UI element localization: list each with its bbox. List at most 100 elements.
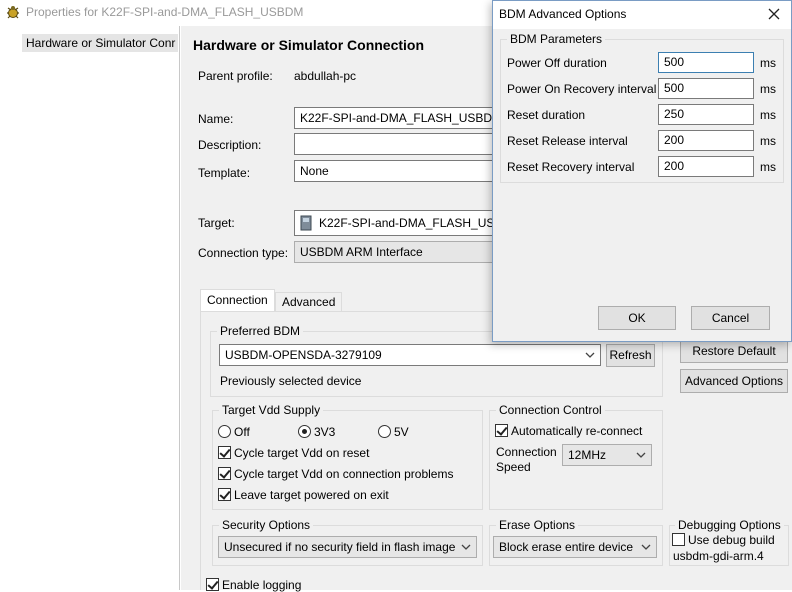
sidebar: Hardware or Simulator Conr (0, 26, 180, 590)
erase-options-value: Block erase entire device (499, 540, 634, 554)
vdd-supply-label: Target Vdd Supply (219, 403, 324, 417)
reset-duration-input[interactable]: 250 (658, 104, 754, 125)
auto-reconnect-checkbox[interactable]: Automatically re-connect (495, 423, 642, 438)
connection-control-label: Connection Control (496, 403, 605, 417)
chevron-down-icon (461, 544, 471, 550)
preferred-bdm-select[interactable]: USBDM-OPENSDA-3279109 (219, 344, 601, 366)
target-field[interactable]: K22F-SPI-and-DMA_FLASH_USBD (294, 210, 504, 236)
checkbox-cycle-problems[interactable] (218, 467, 231, 481)
radio-3v3[interactable] (298, 425, 311, 439)
param-label-reset-duration: Reset duration (507, 108, 586, 122)
restore-default-button[interactable]: Restore Default (680, 339, 788, 363)
vdd-radio-5v[interactable]: 5V (378, 424, 409, 439)
use-debug-build-label: Use debug build (688, 532, 775, 547)
power-off-duration-input[interactable]: 500 (658, 52, 754, 73)
parent-profile-label: Parent profile: (198, 69, 273, 83)
previously-selected-text: Previously selected device (220, 374, 362, 388)
reset-recovery-value: 200 (664, 159, 685, 173)
connection-speed-label-1: Connection (496, 445, 557, 459)
security-options-select[interactable]: Unsecured if no security field in flash … (218, 536, 477, 558)
debug-config-icon (5, 4, 21, 23)
reset-duration-value: 250 (664, 107, 685, 121)
restore-default-label: Restore Default (692, 344, 776, 358)
template-select[interactable]: None (294, 160, 504, 182)
vdd-radio-off[interactable]: Off (218, 424, 250, 439)
chevron-down-icon (641, 544, 651, 550)
chevron-down-icon (585, 352, 595, 358)
connection-speed-select[interactable]: 12MHz (562, 444, 652, 466)
power-on-recovery-input[interactable]: 500 (658, 78, 754, 99)
auto-reconnect-label: Automatically re-connect (511, 423, 643, 438)
chevron-down-icon (636, 452, 646, 458)
ok-button[interactable]: OK (598, 306, 676, 330)
checkbox-auto-reconnect[interactable] (495, 424, 508, 438)
connection-type-label: Connection type: (198, 246, 289, 260)
preferred-bdm-value: USBDM-OPENSDA-3279109 (225, 348, 382, 362)
cycle-vdd-problems-checkbox[interactable]: Cycle target Vdd on connection problems (218, 466, 453, 481)
power-on-recovery-value: 500 (664, 81, 685, 95)
radio-off[interactable] (218, 425, 231, 439)
sidebar-item-label: Hardware or Simulator Conr (26, 36, 176, 50)
use-debug-build-checkbox[interactable]: Use debug build (672, 532, 775, 547)
cycle-reset-label: Cycle target Vdd on reset (234, 445, 370, 460)
radio-5v-label: 5V (394, 424, 409, 439)
unit-ms: ms (760, 56, 776, 70)
unit-ms: ms (760, 108, 776, 122)
checkbox-leave-powered[interactable] (218, 488, 231, 502)
radio-off-label: Off (234, 424, 250, 439)
tab-advanced[interactable]: Advanced (275, 292, 343, 312)
advanced-options-button[interactable]: Advanced Options (680, 369, 788, 393)
param-label-reset-release: Reset Release interval (507, 134, 628, 148)
bdm-advanced-options-dialog: BDM Advanced Options BDM Parameters Powe… (492, 0, 792, 342)
tab-connection-label: Connection (207, 293, 268, 307)
radio-3v3-label: 3V3 (314, 424, 336, 439)
window-title: Properties for K22F-SPI-and-DMA_FLASH_US… (26, 5, 304, 19)
sidebar-item-hardware[interactable]: Hardware or Simulator Conr (22, 34, 178, 52)
erase-options-select[interactable]: Block erase entire device (493, 536, 657, 558)
cycle-vdd-reset-checkbox[interactable]: Cycle target Vdd on reset (218, 445, 369, 460)
param-label-reset-recovery: Reset Recovery interval (507, 160, 635, 174)
parent-profile-value: abdullah-pc (294, 69, 357, 83)
name-field[interactable]: K22F-SPI-and-DMA_FLASH_USBDM (294, 107, 504, 129)
bdm-parameters-label: BDM Parameters (507, 32, 606, 46)
description-label: Description: (198, 138, 262, 152)
debug-build-name: usbdm-gdi-arm.4 (673, 549, 764, 563)
connection-type-value: USBDM ARM Interface (300, 245, 423, 259)
connection-type-select[interactable]: USBDM ARM Interface (294, 241, 504, 263)
reset-recovery-input[interactable]: 200 (658, 156, 754, 177)
param-label-power-off: Power Off duration (507, 56, 607, 70)
close-icon[interactable] (765, 5, 783, 23)
unit-ms: ms (760, 134, 776, 148)
refresh-button-label: Refresh (609, 348, 652, 362)
debugging-options-label: Debugging Options (675, 518, 784, 532)
checkbox-enable-logging[interactable] (206, 578, 219, 592)
dialog-title: BDM Advanced Options (499, 7, 627, 21)
leave-powered-label: Leave target powered on exit (234, 487, 389, 502)
checkbox-cycle-reset[interactable] (218, 446, 231, 460)
chip-icon (299, 215, 313, 234)
target-field-value: K22F-SPI-and-DMA_FLASH_USBD (319, 216, 504, 230)
target-label: Target: (198, 216, 235, 230)
template-select-value: None (300, 164, 329, 178)
template-label: Template: (198, 166, 251, 180)
connection-speed-value: 12MHz (568, 448, 607, 462)
refresh-button[interactable]: Refresh (606, 344, 655, 367)
connection-speed-label-2: Speed (496, 460, 531, 474)
reset-release-input[interactable]: 200 (658, 130, 754, 151)
radio-5v[interactable] (378, 425, 391, 439)
checkbox-use-debug-build[interactable] (672, 533, 685, 547)
name-field-value: K22F-SPI-and-DMA_FLASH_USBDM (300, 111, 503, 125)
tab-connection[interactable]: Connection (200, 289, 275, 312)
cancel-button[interactable]: Cancel (691, 306, 770, 330)
reset-release-value: 200 (664, 133, 685, 147)
dialog-titlebar: BDM Advanced Options (493, 1, 791, 29)
advanced-options-label: Advanced Options (684, 374, 784, 388)
cancel-button-label: Cancel (711, 311, 750, 325)
vdd-radio-3v3[interactable]: 3V3 (298, 424, 335, 439)
leave-powered-checkbox[interactable]: Leave target powered on exit (218, 487, 389, 502)
description-field[interactable] (294, 133, 504, 155)
security-options-value: Unsecured if no security field in flash … (224, 540, 456, 554)
preferred-bdm-label: Preferred BDM (217, 324, 304, 338)
tab-advanced-label: Advanced (282, 295, 336, 309)
unit-ms: ms (760, 160, 776, 174)
